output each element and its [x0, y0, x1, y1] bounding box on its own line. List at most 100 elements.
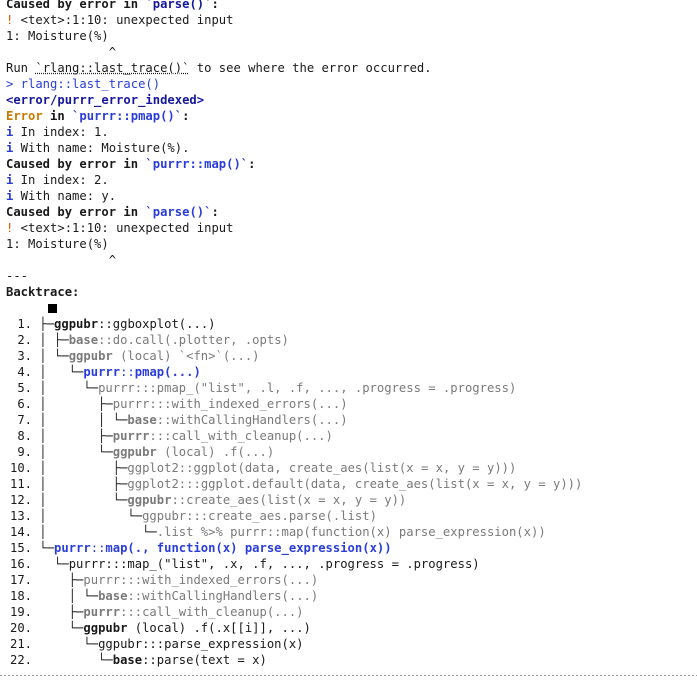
backtrace-row: 4. │ └─purrr::pmap(...) [10, 364, 201, 380]
call-expression: pmap_("list", .l, .f, ..., .progress = .… [156, 381, 517, 395]
frame-number: 18. [10, 589, 40, 603]
function-name: `purrr::map()` [145, 157, 249, 171]
namespace-separator: ::: [142, 637, 165, 651]
package-name: ggplot2 [127, 477, 179, 491]
console-line: 1: Moisture(%) [6, 237, 109, 251]
console-line: i In index: 2. [6, 172, 109, 188]
console-line: i With name: Moisture(%). [6, 140, 189, 156]
package-name: base [98, 589, 128, 603]
namespace-separator: (local) [112, 349, 179, 363]
tree-connector: │ ├─ [39, 477, 128, 491]
frame-number: 8. [10, 429, 40, 443]
package-name: ggpubr [142, 509, 187, 523]
package-name: purrr [54, 541, 91, 555]
backtrace-row: 21. └─ggpubr:::parse_expression(x) [10, 636, 304, 652]
frame-number: 6. [10, 397, 40, 411]
colon: : [211, 205, 219, 219]
namespace-separator: :: [127, 589, 143, 603]
function-name: `purrr::pmap()` [72, 109, 183, 123]
backtrace-row: 9. │ └─ggpubr (local) .f(...) [10, 444, 274, 460]
backtrace-row: 1. ├─ggpubr::ggboxplot(...) [10, 316, 216, 332]
frame-number: 15. [10, 541, 40, 555]
namespace-separator: ::: [105, 557, 128, 571]
console-line: ^ [6, 45, 117, 59]
console-line: ^ [6, 253, 117, 267]
call-expression: pmap(...) [134, 365, 201, 379]
call-expression: withCallingHandlers(...) [171, 413, 348, 427]
package-name: purrr [83, 573, 121, 587]
namespace-separator: :: [120, 365, 135, 379]
tree-connector: └─ [39, 637, 99, 651]
call-expression: ggboxplot(...) [112, 317, 216, 331]
call-expression: ggplot.default(data, create_aes(list(x =… [200, 477, 583, 491]
error-label: Error [6, 109, 43, 123]
call-expression: do.call(.plotter, .opts) [112, 333, 289, 347]
call-expression: withCallingHandlers(...) [142, 589, 319, 603]
frame-number: 4. [10, 365, 40, 379]
tree-connector: │ ├─ [39, 397, 113, 411]
namespace-separator: ::: [134, 381, 157, 395]
backtrace-row: 12. │ └─ggpubr::create_aes(list(x = x, y… [10, 492, 406, 508]
console-line: i With name: y. [6, 188, 116, 204]
tree-connector: ├─ [39, 605, 84, 619]
call-expression: map(., function(x) parse_expression(x)) [105, 541, 392, 555]
error-message: <text>:1:10: unexpected input [13, 221, 234, 235]
backtrace-row: 10. │ ├─ggplot2::ggplot(data, create_aes… [10, 460, 516, 476]
info-text: With name: Moisture(%). [13, 141, 190, 155]
r-console-output: Caused by error in `parse()`: ! <text>:1… [0, 0, 697, 681]
call-expression: create_aes(list(x = x, y = y)) [186, 493, 407, 507]
frame-number: 19. [10, 605, 40, 619]
package-name: base [112, 653, 143, 667]
package-name: ggpubr [83, 621, 128, 635]
call-expression: create_aes.parse(.list) [208, 509, 377, 523]
call-expression: map_("list", .x, .f, ..., .progress = .p… [127, 557, 480, 571]
backtrace-row: 8. │ ├─purrr:::call_with_cleanup(...) [10, 428, 333, 444]
package-name: purrr [68, 557, 106, 571]
tree-connector: │ ├─ [39, 429, 113, 443]
console-line: Run `rlang::last_trace()` to see where t… [6, 60, 432, 76]
tree-connector: │ └─ [39, 525, 157, 539]
frame-number: 22. [10, 653, 40, 667]
package-name: ggpubr [98, 637, 143, 651]
backtrace-row: 18. │ └─base::withCallingHandlers(...) [10, 588, 318, 604]
backtrace-row: 16. └─purrr:::map_("list", .x, .f, ..., … [10, 556, 480, 572]
console-line: Caused by error in `parse()`: [6, 0, 219, 12]
cursor-block [48, 304, 57, 313]
function-name: `parse()` [145, 205, 212, 219]
backtrace-row: 22. └─base::parse(text = x) [10, 652, 267, 668]
tree-connector: │ ├─ [39, 333, 69, 347]
frame-number: 16. [10, 557, 40, 571]
package-name: ggpubr [68, 349, 113, 363]
console-input-line[interactable]: > rlang::last_trace() [6, 76, 160, 92]
frame-number: 2. [10, 333, 40, 347]
backtrace-row: 6. │ ├─purrr:::with_indexed_errors(...) [10, 396, 347, 412]
package-name: ggpubr [127, 493, 172, 507]
tree-connector: │ └─ [39, 349, 69, 363]
backtrace-row: 15. └─purrr::map(., function(x) parse_ex… [10, 540, 392, 556]
tree-connector: │ ├─ [39, 461, 128, 475]
backtrace-row: 11. │ ├─ggplot2:::ggplot.default(data, c… [10, 476, 582, 492]
console-line: 1: Moisture(%) [6, 29, 109, 43]
namespace-separator: :: [98, 333, 113, 347]
last-trace-link[interactable]: `rlang::last_trace()` [35, 61, 189, 75]
namespace-separator: :: [98, 317, 113, 331]
function-name: `parse()` [145, 0, 212, 11]
backtrace-row: 13. │ └─ggpubr:::create_aes.parse(.list) [10, 508, 377, 524]
frame-number: 14. [10, 525, 40, 539]
backtrace-row: 17. ├─purrr:::with_indexed_errors(...) [10, 572, 318, 588]
namespace-separator: ::: [120, 573, 143, 587]
package-name: purrr [83, 605, 121, 619]
backtrace-row: 14. │ └─.list %>% purrr::map(function(x)… [10, 524, 546, 540]
frame-number: 11. [10, 477, 40, 491]
frame-number: 9. [10, 445, 40, 459]
run-hint: Run [6, 61, 36, 75]
caused-by-label: Caused by error in [6, 0, 146, 11]
console-line: ! <text>:1:10: unexpected input [6, 12, 233, 28]
package-name: base [127, 413, 157, 427]
console-line: Error in `purrr::pmap()`: [6, 108, 189, 124]
call-expression: parse(text = x) [156, 653, 267, 667]
colon: : [211, 0, 219, 11]
tree-connector: │ └─ [39, 493, 128, 507]
colon: : [248, 157, 256, 171]
backtrace-row: 19. ├─purrr:::call_with_cleanup(...) [10, 604, 304, 620]
